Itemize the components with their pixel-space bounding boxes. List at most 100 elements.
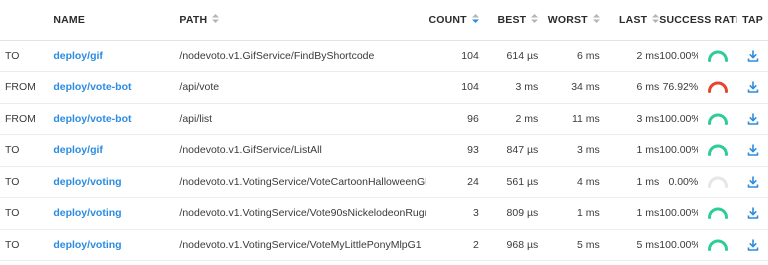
path-cell: /api/list [179,103,426,135]
sort-icon[interactable] [652,14,660,24]
header-success-rate-sort[interactable]: SUCCESS RATE [659,0,738,41]
header-name: NAME [53,0,180,41]
success-rate-gauge-icon [698,103,738,135]
header-worst-sort[interactable]: WORST [538,0,600,41]
direction-cell: TO [0,197,54,230]
count-cell: 96 [425,103,479,135]
path-cell: /nodevoto.v1.GifService/ListAll [179,134,426,167]
routes-table-container: NAME PATH COUNT BEST WORST LAST SUCCESS … [0,0,768,265]
success-rate-cell: 100.00% [659,134,699,167]
last-cell: 5 ms [599,229,660,261]
worst-cell: 3 ms [538,134,600,167]
best-cell: 2 ms [478,103,539,135]
table-body: TO deploy/gif/nodevoto.v1.GifService/Find… [0,40,768,261]
table-row[interactable]: TO deploy/voting/nodevoto.v1.VotingServic… [0,229,768,261]
worst-cell: 6 ms [538,40,600,72]
last-cell: 6 ms [599,71,660,104]
name-cell: deploy/gif [53,134,180,167]
best-cell: 561 µs [478,166,539,198]
header-count-sort[interactable]: COUNT [425,0,479,41]
success-rate-cell: 76.92% [659,71,699,104]
success-rate-gauge-icon [698,166,738,198]
worst-cell: 1 ms [538,197,600,230]
resource-name-link[interactable]: deploy/vote-bot [53,81,131,93]
success-rate-gauge-icon [698,40,738,72]
last-cell: 1 ms [599,197,660,230]
header-success-rate-label: SUCCESS RATE [659,13,738,26]
tap-icon[interactable] [737,166,768,198]
path-cell: /nodevoto.v1.VotingService/VoteCartoonHa… [179,166,426,198]
name-cell: deploy/vote-bot [53,71,180,104]
routes-table: NAME PATH COUNT BEST WORST LAST SUCCESS … [0,0,768,261]
last-cell: 2 ms [599,40,660,72]
tap-icon[interactable] [737,229,768,261]
resource-name-link[interactable]: deploy/voting [53,207,121,219]
path-cell: /api/vote [179,71,426,104]
last-cell: 1 ms [599,166,660,198]
worst-cell: 34 ms [538,71,600,104]
direction-cell: FROM [0,71,54,104]
resource-name-link[interactable]: deploy/voting [53,239,121,251]
success-rate-gauge-icon [698,197,738,230]
table-row[interactable]: TO deploy/voting/nodevoto.v1.VotingServic… [0,197,768,230]
worst-cell: 11 ms [538,103,600,135]
header-path-sort[interactable]: PATH [179,0,426,41]
direction-cell: TO [0,166,54,198]
success-rate-cell: 100.00% [659,103,699,135]
path-cell: /nodevoto.v1.GifService/FindByShortcode [179,40,426,72]
header-tap-label: TAP [742,13,763,26]
table-row[interactable]: FROM deploy/vote-bot/api/list 96 2 ms 11 ms 3… [0,103,768,135]
direction-cell: TO [0,134,54,167]
last-cell: 3 ms [599,103,660,135]
table-row[interactable]: TO deploy/gif/nodevoto.v1.GifService/List… [0,134,768,167]
tap-icon[interactable] [737,40,768,72]
count-cell: 104 [425,40,479,72]
resource-name-link[interactable]: deploy/vote-bot [53,113,131,125]
name-cell: deploy/vote-bot [53,103,180,135]
table-row[interactable]: FROM deploy/vote-bot/api/vote 104 3 ms 34 ms… [0,71,768,104]
name-cell: deploy/voting [53,197,180,230]
table-row[interactable]: TO deploy/gif/nodevoto.v1.GifService/Find… [0,40,768,72]
best-cell: 847 µs [478,134,539,167]
best-cell: 614 µs [478,40,539,72]
direction-cell: FROM [0,103,54,135]
success-rate-cell: 0.00% [659,166,699,198]
tap-icon[interactable] [737,71,768,104]
sort-active-icon[interactable] [471,14,479,24]
last-cell: 1 ms [599,134,660,167]
best-cell: 968 µs [478,229,539,261]
header-worst-label: WORST [547,13,588,26]
tap-icon[interactable] [737,103,768,135]
tap-icon[interactable] [737,197,768,230]
tap-icon[interactable] [737,134,768,167]
direction-cell: TO [0,229,54,261]
count-cell: 2 [425,229,479,261]
sort-icon[interactable] [212,14,220,24]
best-cell: 3 ms [478,71,539,104]
path-cell: /nodevoto.v1.VotingService/Vote90sNickel… [179,197,426,230]
success-rate-cell: 100.00% [659,197,699,230]
header-last-sort[interactable]: LAST [599,0,660,41]
header-name-label: NAME [53,13,86,26]
header-tap: TAP [737,0,768,41]
header-count-label: COUNT [428,13,467,26]
header-row: NAME PATH COUNT BEST WORST LAST SUCCESS … [0,0,768,41]
best-cell: 809 µs [478,197,539,230]
resource-name-link[interactable]: deploy/voting [53,176,121,188]
sort-icon[interactable] [592,14,600,24]
count-cell: 24 [425,166,479,198]
worst-cell: 5 ms [538,229,600,261]
resource-name-link[interactable]: deploy/gif [53,50,103,62]
table-row[interactable]: TO deploy/voting/nodevoto.v1.VotingServic… [0,166,768,198]
header-best-label: BEST [497,13,527,26]
worst-cell: 4 ms [538,166,600,198]
count-cell: 3 [425,197,479,230]
sort-icon[interactable] [531,14,539,24]
path-cell: /nodevoto.v1.VotingService/VoteMyLittleP… [179,229,426,261]
name-cell: deploy/gif [53,40,180,72]
count-cell: 93 [425,134,479,167]
success-rate-gauge-icon [698,134,738,167]
header-best-sort[interactable]: BEST [478,0,539,41]
success-rate-cell: 100.00% [659,40,699,72]
resource-name-link[interactable]: deploy/gif [53,144,103,156]
